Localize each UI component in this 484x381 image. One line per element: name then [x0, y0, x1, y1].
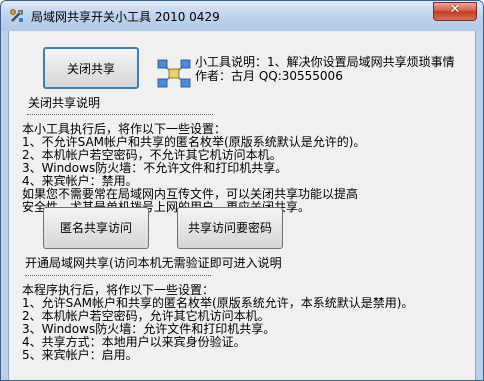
close-share-line: 如果您不需要常在局域网内互传文件，可以关闭共享功能以提高 [22, 187, 359, 201]
window-close-button[interactable]: ✕ [433, 2, 477, 21]
close-share-line: 4、来宾帐户：禁用。 [22, 174, 138, 188]
open-share-separator [25, 275, 211, 276]
close-share-button[interactable]: 关闭共享 [43, 47, 139, 89]
close-share-line: 2、本机帐户若空密码，不允许其它机访问本机。 [22, 148, 282, 162]
password-share-button[interactable]: 共享访问要密码 [177, 207, 283, 249]
title-bar[interactable]: 局域网共享开关小工具 2010 0429 ✕ [1, 1, 483, 31]
open-share-line: 5、来宾帐户：启用。 [22, 348, 138, 362]
app-icon [10, 9, 23, 22]
open-share-line: 1、允许SAM帐户和共享的匿名枚举(原版系统允许，本系统默认是禁用)。 [22, 296, 414, 310]
window-title: 局域网共享开关小工具 2010 0429 [31, 10, 220, 24]
app-window: 局域网共享开关小工具 2010 0429 ✕ 关闭共享 小工具说明：1、解决你设… [0, 0, 484, 381]
open-share-line: 2、本机帐户若空密码，允许其它机访问本机。 [22, 309, 270, 323]
close-share-separator [27, 114, 213, 115]
close-share-line: 本小工具执行后，将作以下一些设置： [22, 122, 227, 136]
open-share-line: 本程序执行后，将作以下一些设置： [22, 283, 215, 297]
info-description: 小工具说明：1、解决你设置局域网共享烦琐事情 [195, 55, 455, 69]
client-area: 关闭共享 小工具说明：1、解决你设置局域网共享烦琐事情 作者：古月 QQ:305… [8, 31, 476, 380]
close-icon: ✕ [449, 2, 461, 17]
network-share-icon [157, 59, 191, 88]
anonymous-share-button[interactable]: 匿名共享访问 [43, 207, 149, 249]
close-share-line: 3、Windows防火墙：不允许文件和打印机共享。 [22, 161, 288, 175]
close-share-line: 1、不允许SAM帐户和共享的匿名枚举(原版系统默认是允许的)。 [22, 135, 366, 149]
open-share-heading: 开通局域网共享(访问本机无需验证即可进入说明 [25, 256, 282, 270]
open-share-line: 3、Windows防火墙：允许文件和打印机共享。 [22, 322, 276, 336]
open-share-line: 4、共享方式：本地用户以来宾身份验证。 [22, 335, 246, 349]
close-share-heading: 关闭共享说明 [28, 96, 101, 110]
info-author: 作者：古月 QQ:30555006 [195, 69, 343, 83]
